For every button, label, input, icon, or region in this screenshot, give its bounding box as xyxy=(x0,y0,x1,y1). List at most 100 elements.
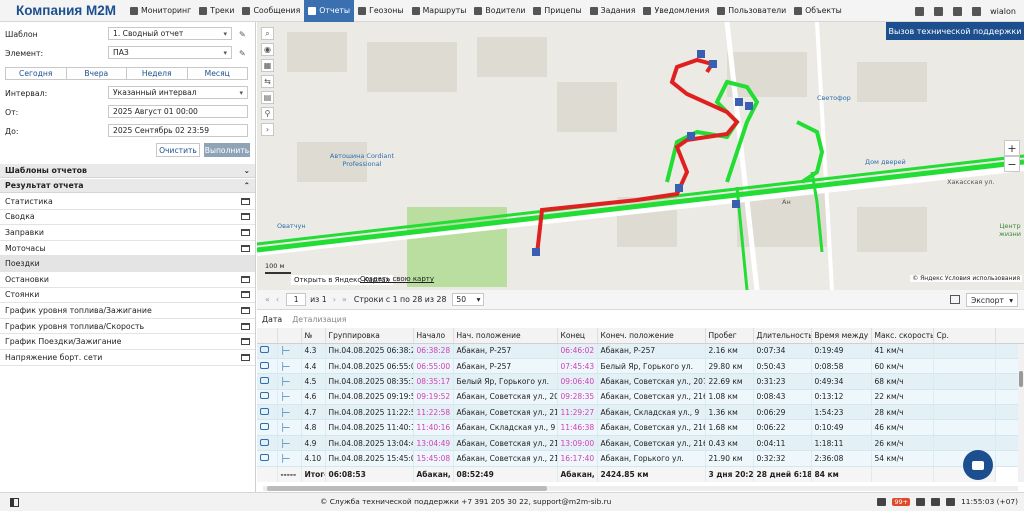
parking-marker[interactable] xyxy=(687,132,695,140)
parking-marker[interactable] xyxy=(732,200,740,208)
prev-page-icon[interactable]: ‹ xyxy=(276,295,279,304)
result-item[interactable]: Поездки xyxy=(0,256,255,272)
tab-detail[interactable]: Детализация xyxy=(287,310,351,328)
zoom-in-button[interactable]: + xyxy=(1004,140,1020,156)
apps-grid-icon[interactable] xyxy=(915,6,925,16)
nav-messages[interactable]: Сообщения xyxy=(238,0,304,22)
support-button[interactable]: Вызов технической поддержки xyxy=(886,22,1024,40)
scroll-thumb[interactable] xyxy=(267,486,547,491)
brand-logo[interactable]: Компания M2M xyxy=(0,3,126,18)
table-row[interactable]: ├─ 4.4 Пн.04.08.2025 06:55:00 06:55:00 Абака… xyxy=(257,358,1024,375)
nav-units[interactable]: Объекты xyxy=(790,0,846,22)
column-header[interactable]: Группировка xyxy=(325,328,414,344)
result-item[interactable]: Остановки xyxy=(0,272,255,288)
table-row[interactable]: ├─ 4.9 Пн.04.08.2025 13:04:49 13:04:49 Абака… xyxy=(257,435,1024,452)
nav-jobs[interactable]: Задания xyxy=(586,0,640,22)
period-month[interactable]: Месяц xyxy=(188,68,248,79)
fullscreen-icon[interactable] xyxy=(934,6,944,16)
element-select[interactable]: ПАЗ ▾ xyxy=(108,46,232,59)
page-input[interactable]: 1 xyxy=(286,293,307,306)
sound-icon[interactable] xyxy=(931,497,941,506)
column-header[interactable]: Ср. xyxy=(933,328,996,344)
map-layers-icon[interactable]: ▦ xyxy=(261,59,274,72)
next-page-icon[interactable]: › xyxy=(333,295,336,304)
parking-marker[interactable] xyxy=(675,184,683,192)
route-icon[interactable]: ⇆ xyxy=(261,75,274,88)
last-page-icon[interactable]: » xyxy=(342,295,347,304)
template-select[interactable]: 1. Сводный отчет ▾ xyxy=(108,27,232,40)
column-header[interactable]: Конеч. положение xyxy=(597,328,706,344)
track-toggle-icon[interactable] xyxy=(260,407,269,415)
table-row[interactable]: ├─ 4.3 Пн.04.08.2025 06:38:28 06:38:28 Абака… xyxy=(257,343,1024,359)
parking-marker[interactable] xyxy=(697,50,705,58)
interval-select[interactable]: Указанный интервал ▾ xyxy=(108,86,248,99)
column-header[interactable]: Макс. скорость xyxy=(871,328,934,344)
column-header[interactable]: Длительность xyxy=(753,328,812,344)
table-row[interactable]: ├─ 4.8 Пн.04.08.2025 11:40:16 11:40:16 Абака… xyxy=(257,419,1024,436)
parking-marker[interactable] xyxy=(532,248,540,256)
result-item[interactable]: Стоянки xyxy=(0,288,255,304)
track-toggle-icon[interactable] xyxy=(260,346,269,354)
mail-icon[interactable] xyxy=(877,497,887,506)
result-item[interactable]: Статистика xyxy=(0,194,255,210)
table-row[interactable]: ├─ 4.6 Пн.04.08.2025 09:19:52 09:19:52 Абака… xyxy=(257,389,1024,406)
table-icon[interactable] xyxy=(241,322,250,330)
execute-button[interactable]: Выполнить xyxy=(204,143,250,157)
layout-icon[interactable] xyxy=(916,497,926,506)
help-icon[interactable] xyxy=(953,6,963,16)
horizontal-scrollbar[interactable] xyxy=(263,486,1018,491)
map-view[interactable]: Автошина Cordiant Professional Светофор … xyxy=(257,22,1024,290)
column-header[interactable]: Конец xyxy=(557,328,598,344)
nav-drivers[interactable]: Водители xyxy=(470,0,529,22)
nav-notifications[interactable]: Уведомления xyxy=(639,0,713,22)
table-row[interactable]: ├─ 4.10 Пн.04.08.2025 15:45:08 15:45:08 Абак… xyxy=(257,450,1024,467)
export-select[interactable]: Экспорт ▾ xyxy=(966,293,1018,307)
column-header[interactable]: № xyxy=(301,328,326,344)
parking-marker[interactable] xyxy=(735,98,743,106)
table-icon[interactable] xyxy=(241,197,250,205)
panel-toggle-icon[interactable] xyxy=(10,498,19,507)
table-icon[interactable] xyxy=(241,275,250,283)
clear-button[interactable]: Очистить xyxy=(156,143,200,157)
notifications-badge[interactable]: 99+ xyxy=(892,497,911,506)
create-map-link[interactable]: Создать свою карту xyxy=(360,275,434,283)
column-header[interactable]: Время между пое-ми xyxy=(811,328,872,344)
map-copyright[interactable]: © Яндекс Условия использования xyxy=(910,275,1022,282)
column-header[interactable]: Начало xyxy=(413,328,454,344)
table-icon[interactable] xyxy=(241,244,250,252)
track-toggle-icon[interactable] xyxy=(260,392,269,400)
scroll-thumb[interactable] xyxy=(1019,371,1023,387)
wrench-icon[interactable]: ✎ xyxy=(239,49,247,58)
result-item[interactable]: Сводка xyxy=(0,210,255,226)
table-icon[interactable] xyxy=(241,353,250,361)
column-header[interactable]: Пробег xyxy=(705,328,754,344)
table-icon[interactable] xyxy=(241,306,250,314)
table-icon[interactable] xyxy=(241,213,250,221)
table-icon[interactable] xyxy=(241,291,250,299)
nav-geofences[interactable]: Геозоны xyxy=(354,0,408,22)
result-section-header[interactable]: Результат отчета ⌃ xyxy=(0,179,255,193)
user-name[interactable]: wialon xyxy=(990,7,1016,16)
to-input[interactable]: 2025 Сентябрь 02 23:59 xyxy=(108,124,248,137)
period-yesterday[interactable]: Вчера xyxy=(67,68,127,79)
result-item[interactable]: График Поездки/Зажигание xyxy=(0,334,255,350)
parking-marker[interactable] xyxy=(709,60,717,68)
eye-icon[interactable]: ◉ xyxy=(261,43,274,56)
monitor-icon[interactable] xyxy=(946,497,956,506)
from-input[interactable]: 2025 Август 01 00:00 xyxy=(108,105,248,118)
filter-icon[interactable]: ⚲ xyxy=(261,107,274,120)
table-icon[interactable] xyxy=(241,228,250,236)
first-page-icon[interactable]: « xyxy=(265,295,270,304)
result-item[interactable]: Напряжение борт. сети xyxy=(0,350,255,366)
nav-routes[interactable]: Маршруты xyxy=(408,0,471,22)
search-icon[interactable]: ⌕ xyxy=(261,27,274,40)
track-toggle-icon[interactable] xyxy=(260,376,269,384)
print-icon[interactable] xyxy=(950,295,960,304)
tab-date[interactable]: Дата xyxy=(257,310,287,328)
nav-users[interactable]: Пользователи xyxy=(713,0,790,22)
result-item[interactable]: График уровня топлива/Скорость xyxy=(0,319,255,335)
zoom-out-button[interactable]: − xyxy=(1004,156,1020,172)
nav-tracks[interactable]: Треки xyxy=(195,0,238,22)
chat-button[interactable] xyxy=(963,450,993,480)
table-icon[interactable] xyxy=(241,338,250,346)
